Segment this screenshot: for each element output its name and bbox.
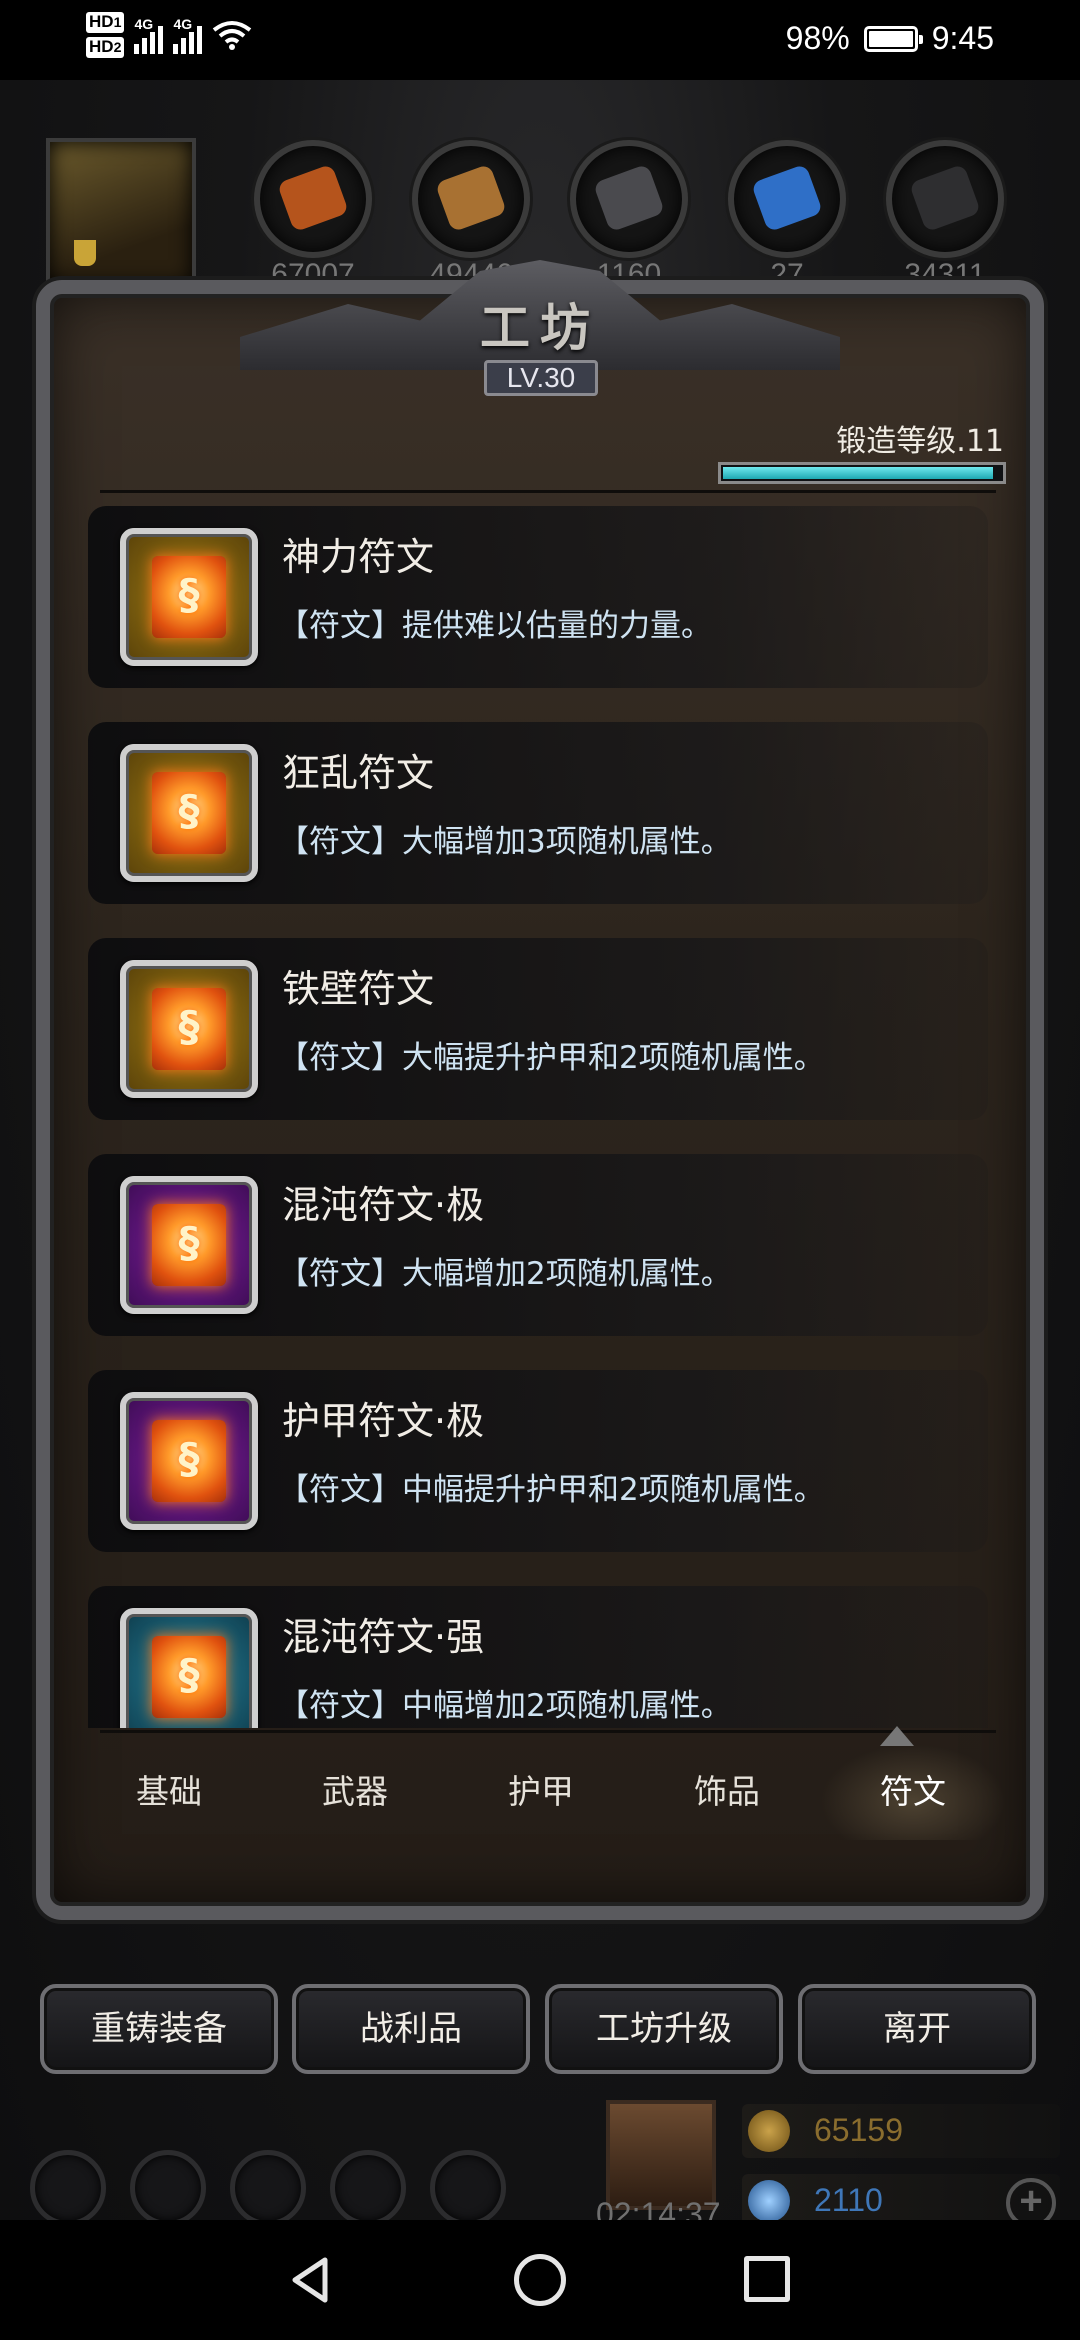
rune-desc: 【符文】提供难以估量的力量。 (278, 608, 712, 644)
rune-item[interactable]: § 护甲符文·极 【符文】中幅提升护甲和2项随机属性。 (88, 1370, 988, 1552)
action-bar: 重铸装备 战利品 工坊升级 离开 (40, 1984, 1040, 2074)
gold-coin-icon (748, 2110, 790, 2152)
reforge-button[interactable]: 重铸装备 (40, 1984, 278, 2074)
rune-name: 神力符文 (282, 535, 435, 579)
meat-icon (276, 163, 350, 233)
rune-icon: § (152, 1204, 226, 1286)
gem-value: 2110 (814, 2182, 883, 2218)
wifi-icon (213, 21, 252, 50)
mail-icon[interactable] (330, 2150, 406, 2226)
rune-desc: 【符文】大幅增加2项随机属性。 (278, 1256, 732, 1292)
tab-armor[interactable]: 护甲 (448, 1744, 634, 1840)
rune-desc: 【符文】中幅增加2项随机属性。 (278, 1688, 732, 1724)
meat-resource[interactable] (254, 140, 372, 258)
home-icon[interactable] (514, 2254, 566, 2306)
rune-item[interactable]: § 神力符文 【符文】提供难以估量的力量。 (88, 506, 988, 688)
rune-icon: § (152, 772, 226, 854)
leave-button[interactable]: 离开 (798, 1984, 1036, 2074)
signal-2-icon: 4G (173, 16, 203, 54)
signal-group: HD1 HD2 4G 4G (86, 12, 252, 58)
rune-item[interactable]: § 混沌符文·强 【符文】中幅增加2项随机属性。 (88, 1586, 988, 1728)
gold-counter: 65159 (742, 2104, 1060, 2158)
map-icon[interactable] (430, 2150, 506, 2226)
rune-icon: § (152, 988, 226, 1070)
ore-icon (908, 163, 982, 233)
forge-level-label: 锻造等级.11 (836, 424, 1004, 459)
tab-accessories[interactable]: 饰品 (634, 1744, 820, 1840)
rune-item[interactable]: § 混沌符文·极 【符文】大幅增加2项随机属性。 (88, 1154, 988, 1336)
tab-basic[interactable]: 基础 (76, 1744, 262, 1840)
rune-desc: 【符文】中幅提升护甲和2项随机属性。 (278, 1472, 825, 1508)
crystal-resource[interactable] (728, 140, 846, 258)
rune-name: 混沌符文·极 (282, 1183, 485, 1227)
gem-icon (748, 2180, 790, 2222)
sim2-badge: HD2 (86, 37, 125, 58)
crystal-icon (750, 163, 824, 233)
settings-icon[interactable] (30, 2150, 106, 2226)
ore-resource[interactable] (886, 140, 1004, 258)
crown-icon[interactable] (230, 2150, 306, 2226)
sim1-badge: HD1 (86, 12, 125, 33)
gift-chest-icon[interactable] (606, 2100, 716, 2210)
rune-icon-frame: § (120, 528, 258, 666)
signal-1-icon: 4G (134, 16, 164, 54)
wood-icon (434, 163, 508, 233)
player-avatar[interactable] (46, 138, 196, 288)
gold-value: 65159 (814, 2112, 903, 2148)
badge-icon[interactable] (130, 2150, 206, 2226)
rune-icon-frame: § (120, 744, 258, 882)
top-divider (100, 490, 996, 493)
battery-icon (863, 25, 923, 52)
workshop-level-badge: LV.30 (484, 360, 598, 396)
bottom-divider (100, 1730, 996, 1733)
rune-name: 铁壁符文 (282, 967, 435, 1011)
battery-percent: 98% (785, 20, 850, 56)
rune-item[interactable]: § 铁壁符文 【符文】大幅提升护甲和2项随机属性。 (88, 938, 988, 1120)
rune-icon-frame: § (120, 1608, 258, 1728)
iron-resource[interactable] (570, 140, 688, 258)
tab-runes[interactable]: 符文 (820, 1744, 1006, 1840)
trophy-icon (74, 240, 96, 266)
upgrade-workshop-button[interactable]: 工坊升级 (545, 1984, 783, 2074)
rune-icon-frame: § (120, 1176, 258, 1314)
wood-resource[interactable] (412, 140, 530, 258)
rune-list[interactable]: § 神力符文 【符文】提供难以估量的力量。 § 狂乱符文 【符文】大幅增加3项随… (88, 506, 988, 1728)
rune-icon: § (152, 556, 226, 638)
rune-icon-frame: § (120, 1392, 258, 1530)
rune-item[interactable]: § 狂乱符文 【符文】大幅增加3项随机属性。 (88, 722, 988, 904)
rune-desc: 【符文】大幅提升护甲和2项随机属性。 (278, 1040, 825, 1076)
rune-desc: 【符文】大幅增加3项随机属性。 (278, 824, 732, 860)
rune-name: 混沌符文·强 (282, 1615, 485, 1659)
workshop-panel: 工坊 LV.30 锻造等级.11 § 神力符文 【符文】提供难以估量的力量。 §… (36, 260, 1044, 1920)
clock: 9:45 (931, 20, 994, 56)
rune-icon: § (152, 1636, 226, 1718)
status-bar: HD1 HD2 4G 4G 98% 9:45 (0, 0, 1080, 80)
tab-weapons[interactable]: 武器 (262, 1744, 448, 1840)
forge-progress-bar (718, 462, 1006, 484)
iron-icon (592, 163, 666, 233)
panel-title: 工坊 (480, 299, 600, 357)
back-icon[interactable] (285, 2254, 337, 2306)
rune-name: 护甲符文·极 (282, 1399, 485, 1443)
sim-badges: HD1 HD2 (86, 12, 125, 58)
status-right: 98% 9:45 (786, 20, 994, 57)
bottom-hud: 02:14:37 65159 2110 + (0, 2090, 1080, 2232)
rune-icon: § (152, 1420, 226, 1502)
loot-button[interactable]: 战利品 (292, 1984, 530, 2074)
system-nav-bar (0, 2220, 1080, 2340)
rune-icon-frame: § (120, 960, 258, 1098)
forge-progress-fill (723, 467, 993, 479)
recents-icon[interactable] (744, 2256, 790, 2302)
rune-name: 狂乱符文 (282, 751, 435, 795)
category-tabs: 基础 武器 护甲 饰品 符文 (76, 1744, 1006, 1840)
